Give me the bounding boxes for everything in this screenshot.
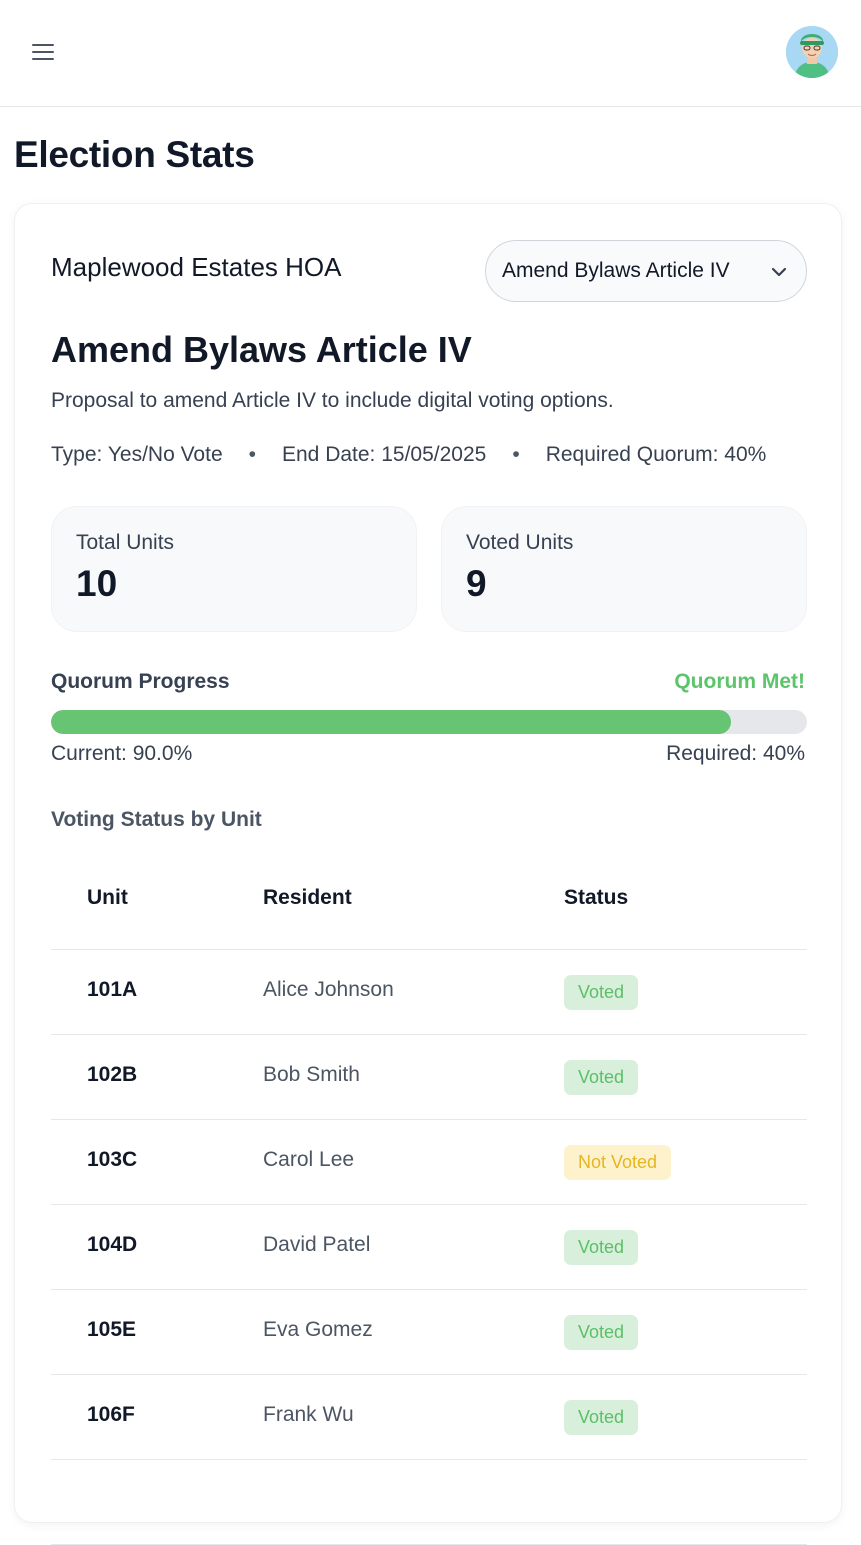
resident-cell: Alice Johnson <box>263 978 394 1001</box>
status-badge: Voted <box>564 1060 639 1095</box>
unit-cell: 106F <box>87 1403 135 1426</box>
hoa-name: Maplewood Estates HOA <box>51 252 342 282</box>
user-avatar[interactable] <box>786 26 838 78</box>
status-badge: Voted <box>564 1400 639 1435</box>
resident-cell: Eva Gomez <box>263 1318 373 1341</box>
total-units-card: Total Units 10 <box>51 506 417 632</box>
election-description: Proposal to amend Article IV to include … <box>51 389 614 412</box>
table-row[interactable]: 102B Bob Smith Voted <box>51 1035 807 1120</box>
election-meta: Type: Yes/No Vote • End Date: 15/05/2025… <box>51 440 811 470</box>
status-badge: Voted <box>564 1230 639 1265</box>
hamburger-menu-icon <box>32 44 54 60</box>
unit-cell: 105E <box>87 1318 137 1341</box>
resident-cell: David Patel <box>263 1233 371 1256</box>
election-select[interactable]: Amend Bylaws Article IV <box>485 240 807 302</box>
top-bar <box>0 0 861 107</box>
election-end-date: End Date: 15/05/2025 <box>282 443 487 466</box>
voting-status-table: Unit Resident Status 101A Alice Johnson … <box>51 854 807 1545</box>
status-badge: Voted <box>564 975 639 1010</box>
voted-units-value: 9 <box>466 563 487 604</box>
chevron-down-icon <box>771 267 787 277</box>
unit-cell: 101A <box>87 978 138 1001</box>
election-type: Type: Yes/No Vote <box>51 443 223 466</box>
election-title: Amend Bylaws Article IV <box>51 329 472 370</box>
unit-cell: 102B <box>87 1063 138 1086</box>
table-row[interactable] <box>51 1460 807 1545</box>
table-row[interactable]: 101A Alice Johnson Voted <box>51 950 807 1035</box>
quorum-progress-label: Quorum Progress <box>51 670 230 693</box>
election-required-quorum: Required Quorum: 40% <box>545 443 767 466</box>
voted-units-label: Voted Units <box>466 531 574 554</box>
menu-button[interactable] <box>26 34 62 70</box>
table-row[interactable]: 103C Carol Lee Not Voted <box>51 1120 807 1205</box>
quorum-required: Required: 40% <box>666 742 805 765</box>
status-badge: Not Voted <box>564 1145 672 1180</box>
table-row[interactable]: 105E Eva Gomez Voted <box>51 1290 807 1375</box>
table-header: Unit Resident Status <box>51 854 807 950</box>
column-header-unit[interactable]: Unit <box>87 886 128 910</box>
election-select-value: Amend Bylaws Article IV <box>502 259 730 282</box>
quorum-status: Quorum Met! <box>674 670 805 693</box>
page-title: Election Stats <box>14 134 255 175</box>
table-row[interactable]: 104D David Patel Voted <box>51 1205 807 1290</box>
resident-cell: Frank Wu <box>263 1403 354 1426</box>
voting-status-title: Voting Status by Unit <box>51 808 262 831</box>
meta-separator: • <box>512 443 520 466</box>
resident-cell: Carol Lee <box>263 1148 355 1171</box>
status-badge: Voted <box>564 1315 639 1350</box>
quorum-current: Current: 90.0% <box>51 742 193 765</box>
column-header-resident[interactable]: Resident <box>263 886 352 910</box>
unit-cell: 103C <box>87 1148 138 1171</box>
meta-separator: • <box>248 443 256 466</box>
election-card: Maplewood Estates HOA Amend Bylaws Artic… <box>14 203 842 1545</box>
total-units-label: Total Units <box>76 531 175 554</box>
quorum-progress-fill <box>51 710 732 734</box>
avatar-icon <box>786 26 838 78</box>
total-units-value: 10 <box>76 563 118 604</box>
table-row[interactable]: 106F Frank Wu Voted <box>51 1375 807 1460</box>
quorum-progress-bar <box>51 710 807 734</box>
resident-cell: Bob Smith <box>263 1063 360 1086</box>
unit-cell: 104D <box>87 1233 138 1256</box>
column-header-status[interactable]: Status <box>564 886 628 910</box>
voted-units-card: Voted Units 9 <box>441 506 807 632</box>
